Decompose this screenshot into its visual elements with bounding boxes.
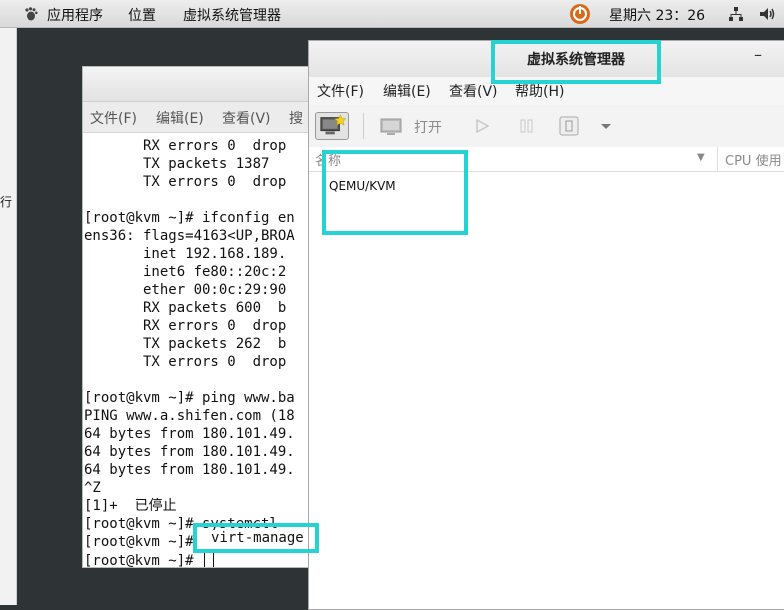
terminal-line: TX errors 0 drop [84, 354, 287, 370]
terminal-line: TX packets 1387 [84, 156, 287, 172]
terminal-cursor [204, 551, 215, 567]
terminal-line: [root@kvm ~]# ifconfig en [84, 210, 295, 226]
minimize-button[interactable]: – [754, 45, 762, 64]
terminal-line: ens36: flags=4163<UP,BROA [84, 228, 295, 244]
menu-edit[interactable]: 编辑(E) [383, 81, 431, 101]
terminal-menu-edit[interactable]: 编辑(E) [156, 108, 204, 128]
highlight-box-command [193, 523, 319, 553]
update-tray-icon[interactable] [568, 3, 592, 25]
edge-text: 行 [0, 195, 13, 209]
open-console-icon[interactable] [379, 112, 403, 140]
terminal-menubar: 文件(F) 编辑(E) 查看(V) 搜 [83, 102, 323, 133]
terminal-line: RX errors 0 drop [84, 318, 287, 334]
terminal-line: RX packets 600 b [84, 300, 287, 316]
terminal-menu-search[interactable]: 搜 [289, 108, 303, 128]
column-separator [717, 147, 718, 171]
vmm-toolbar: 打开 [309, 105, 784, 148]
virt-manager-window[interactable]: 虚拟系统管理器 – 文件(F) 编辑(E) 查看(V) 帮助(H) 打开 名称 … [308, 40, 784, 610]
highlight-box-connection [322, 150, 468, 235]
terminal-line: inet6 fe80::20c:2 [84, 264, 287, 280]
terminal-line: [root@kvm ~]# ping www.ba [84, 390, 295, 406]
terminal-line: ether 00:0c:29:90 [84, 282, 287, 298]
new-vm-button[interactable] [315, 112, 349, 140]
terminal-line: inet 192.168.189. [84, 246, 287, 262]
run-icon[interactable] [473, 112, 491, 140]
active-app-menu[interactable]: 虚拟系统管理器 [183, 5, 281, 25]
background-window-edge: 行 [0, 28, 17, 605]
column-cpu-usage[interactable]: CPU 使用 [725, 150, 782, 169]
terminal-line: 64 bytes from 180.101.49. [84, 444, 295, 460]
highlight-box-title [491, 40, 661, 84]
terminal-menu-view[interactable]: 查看(V) [222, 108, 271, 128]
places-menu[interactable]: 位置 [128, 5, 156, 25]
top-panel: 应用程序 位置 虚拟系统管理器 星期六 23：26 [0, 0, 784, 28]
gnome-foot-icon [25, 7, 38, 21]
volume-icon[interactable] [758, 5, 776, 23]
terminal-line: PING www.a.shifen.com (18 [84, 408, 295, 424]
terminal-line: 64 bytes from 180.101.49. [84, 462, 295, 478]
terminal-window[interactable]: 文件(F) 编辑(E) 查看(V) 搜 RX errors 0 drop TX … [82, 66, 324, 568]
menu-view[interactable]: 查看(V) [449, 81, 498, 101]
new-vm-icon [320, 114, 347, 135]
menu-help[interactable]: 帮助(H) [515, 81, 564, 101]
applications-menu[interactable]: 应用程序 [47, 5, 103, 25]
menu-file[interactable]: 文件(F) [317, 81, 364, 101]
terminal-line: 64 bytes from 180.101.49. [84, 426, 295, 442]
pause-icon[interactable] [517, 112, 537, 140]
shutdown-dropdown-icon[interactable] [599, 112, 613, 140]
terminal-line: TX packets 262 b [84, 336, 287, 352]
terminal-line: RX errors 0 drop [84, 138, 287, 154]
column-dropdown-icon[interactable]: ▼ [697, 152, 705, 163]
terminal-titlebar[interactable] [83, 67, 323, 102]
toolbar-separator [363, 113, 364, 139]
terminal-line: [1]+ 已停止 [84, 498, 177, 514]
terminal-line: [root@kvm ~]# [84, 551, 322, 567]
shutdown-icon[interactable] [558, 112, 580, 140]
clock[interactable]: 星期六 23：26 [609, 5, 705, 25]
terminal-menu-file[interactable]: 文件(F) [90, 108, 137, 128]
terminal-line: TX errors 0 drop [84, 174, 287, 190]
network-icon[interactable] [728, 6, 744, 22]
terminal-line: ^Z [84, 480, 101, 496]
open-label[interactable]: 打开 [414, 117, 442, 137]
terminal-output[interactable]: RX errors 0 drop TX packets 1387 TX erro… [84, 137, 322, 567]
